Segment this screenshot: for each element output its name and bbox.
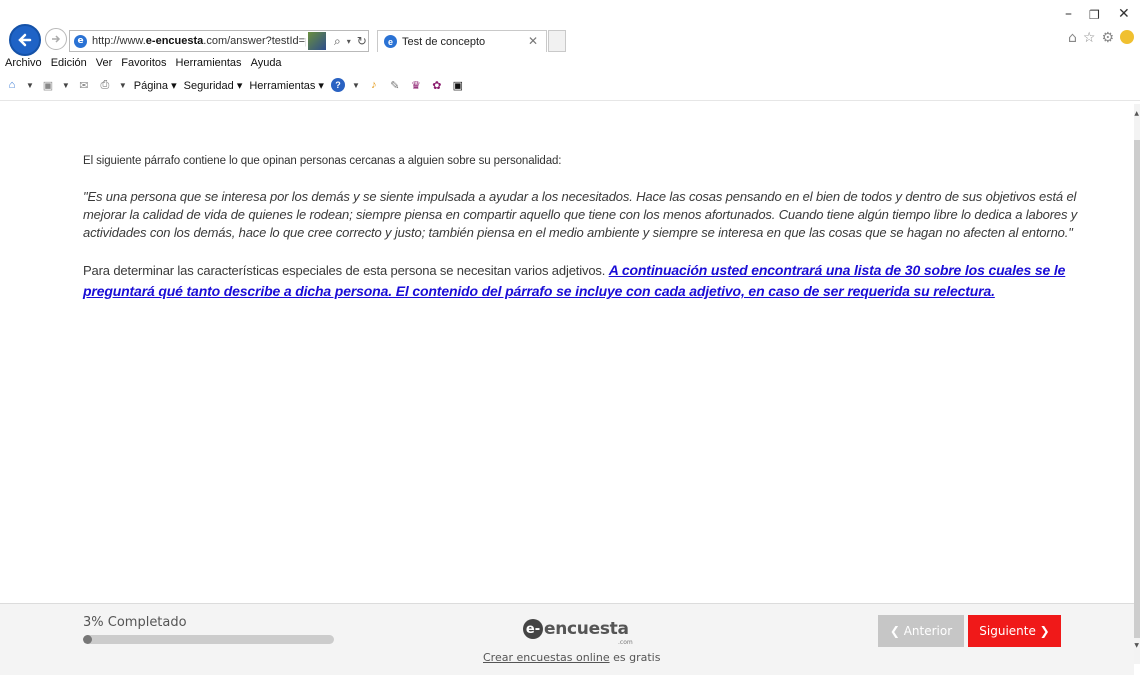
address-bar[interactable]: e http://www.e-encuesta.com/answer?testI… <box>69 30 369 52</box>
command-bar: ⌂ ▼ ▣ ▼ ✉ ⎙ ▼ Página ▾ Seguridad ▾ Herra… <box>5 78 465 92</box>
instructions-text: Para determinar las características espe… <box>83 263 609 278</box>
menu-item-edicion[interactable]: Edición <box>51 57 87 69</box>
close-window-icon[interactable]: ✕ <box>1118 6 1130 22</box>
chrome-divider <box>0 100 1140 101</box>
feedback-smiley-icon[interactable] <box>1120 30 1134 44</box>
menu-item-ver[interactable]: Ver <box>96 57 113 69</box>
tab-title: Test de concepto <box>402 35 486 48</box>
e-encuesta-logo[interactable]: e- encuesta .com <box>523 619 633 646</box>
menu-bar: Archivo Edición Ver Favoritos Herramient… <box>5 57 282 69</box>
new-tab-button[interactable] <box>548 30 566 52</box>
addon-icon-5[interactable]: ▣ <box>451 78 465 92</box>
survey-content: El siguiente párrafo contiene lo que opi… <box>83 155 1083 302</box>
menu-item-archivo[interactable]: Archivo <box>5 57 42 69</box>
minimize-icon[interactable]: – <box>1065 6 1072 22</box>
home-icon[interactable]: ⌂ <box>1068 30 1077 46</box>
scroll-down-icon[interactable]: ▼ <box>1134 642 1139 649</box>
personality-quote: "Es una persona que se interesa por los … <box>83 189 1078 240</box>
progress-fill <box>83 635 92 644</box>
logo-e-icon: e- <box>523 619 543 639</box>
progress-label: 3% Completado <box>83 615 187 630</box>
menu-item-herramientas[interactable]: Herramientas <box>176 57 242 69</box>
favorites-star-icon[interactable]: ☆ <box>1083 30 1096 46</box>
menu-item-favoritos[interactable]: Favoritos <box>121 57 166 69</box>
addon-icon-4[interactable]: ✿ <box>430 78 444 92</box>
compatibility-view-icon[interactable] <box>308 32 326 50</box>
instructions-paragraph: Para determinar las características espe… <box>83 260 1083 302</box>
footer-promo: Crear encuestas online es gratis <box>483 651 660 664</box>
addon-icon-2[interactable]: ✎ <box>388 78 402 92</box>
tools-menu[interactable]: Herramientas ▾ <box>249 79 324 92</box>
chevron-down-icon[interactable]: ▼ <box>62 81 70 90</box>
tab-site-icon: e <box>384 35 397 48</box>
previous-button[interactable]: ❮ Anterior <box>878 615 964 647</box>
address-url: http://www.e-encuesta.com/answer?testId=… <box>92 35 306 47</box>
logo-com: .com <box>618 639 633 646</box>
security-menu[interactable]: Seguridad ▾ <box>184 79 243 92</box>
browser-chrome: e http://www.e-encuesta.com/answer?testI… <box>0 0 1140 104</box>
feeds-icon[interactable]: ▣ <box>41 78 55 92</box>
refresh-icon[interactable]: ↻ <box>357 34 367 48</box>
forward-arrow-icon <box>52 35 61 43</box>
help-icon[interactable]: ? <box>330 78 345 92</box>
scroll-up-icon[interactable]: ▲ <box>1134 110 1139 117</box>
addon-icon-1[interactable]: ♪ <box>367 78 381 92</box>
menu-item-ayuda[interactable]: Ayuda <box>251 57 282 69</box>
print-icon[interactable]: ⎙ <box>98 78 112 92</box>
next-button[interactable]: Siguiente ❯ <box>968 615 1061 647</box>
home-toolbar-icon[interactable]: ⌂ <box>5 78 19 92</box>
site-icon: e <box>74 34 87 48</box>
tab-active[interactable]: e Test de concepto ✕ <box>377 30 547 52</box>
survey-footer: 3% Completado e- encuesta .com Crear enc… <box>0 603 1134 675</box>
forward-button[interactable] <box>45 28 67 50</box>
intro-text: El siguiente párrafo contiene lo que opi… <box>83 155 562 167</box>
scrollbar-thumb[interactable] <box>1134 140 1140 638</box>
chevron-down-icon[interactable]: ▼ <box>26 81 34 90</box>
logo-text: encuesta <box>544 619 629 639</box>
mail-icon[interactable]: ✉ <box>77 78 91 92</box>
back-arrow-icon <box>18 33 32 47</box>
chevron-down-icon[interactable]: ▼ <box>352 81 360 90</box>
footer-promo-suffix: es gratis <box>609 651 661 664</box>
addon-icon-3[interactable]: ♛ <box>409 78 423 92</box>
progress-bar <box>83 635 334 644</box>
back-button[interactable] <box>9 24 41 56</box>
chevron-down-icon[interactable]: ▼ <box>119 81 127 90</box>
search-icon[interactable]: ⌕ <box>334 34 341 49</box>
restore-icon[interactable]: ❐ <box>1089 8 1100 22</box>
create-surveys-link[interactable]: Crear encuestas online <box>483 651 610 664</box>
settings-gear-icon[interactable]: ⚙ <box>1101 30 1114 46</box>
dropdown-icon[interactable]: ▾ <box>347 37 351 46</box>
close-tab-icon[interactable]: ✕ <box>528 34 538 48</box>
page-menu[interactable]: Página ▾ <box>134 79 177 92</box>
